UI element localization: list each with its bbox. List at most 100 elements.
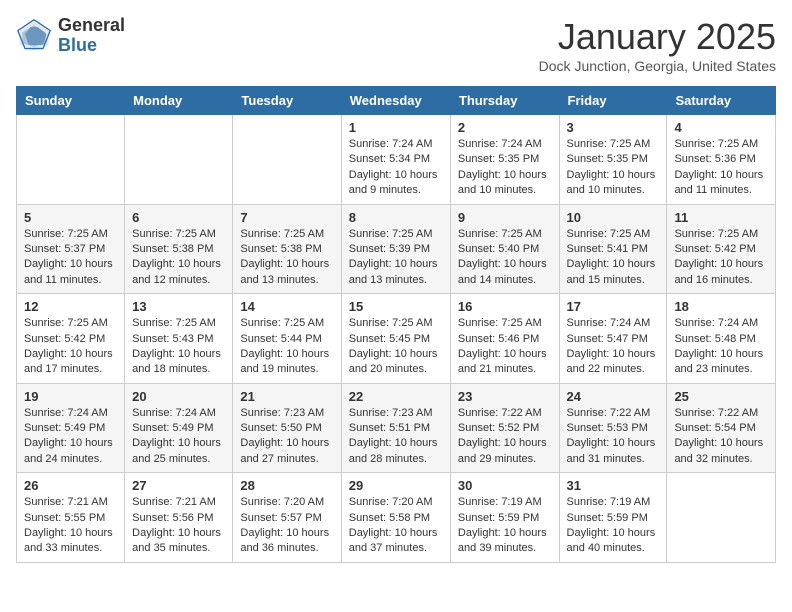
day-info: Sunrise: 7:25 AM Sunset: 5:42 PM Dayligh… [674, 227, 768, 289]
day-info: Sunrise: 7:25 AM Sunset: 5:37 PM Dayligh… [24, 227, 117, 289]
calendar-week-row: 1Sunrise: 7:24 AM Sunset: 5:34 PM Daylig… [17, 115, 776, 205]
day-number: 15 [349, 299, 443, 314]
day-number: 20 [132, 389, 225, 404]
day-number: 17 [567, 299, 660, 314]
calendar-header-row: SundayMondayTuesdayWednesdayThursdayFrid… [17, 87, 776, 115]
day-info: Sunrise: 7:23 AM Sunset: 5:51 PM Dayligh… [349, 406, 443, 468]
day-info: Sunrise: 7:19 AM Sunset: 5:59 PM Dayligh… [458, 495, 552, 557]
month-title: January 2025 [539, 16, 776, 58]
calendar-cell: 12 Sunrise: 7:25 AM Sunset: 5:42 PM Dayli… [17, 294, 125, 384]
day-number: 25 [674, 389, 768, 404]
day-number: 2 [458, 120, 552, 135]
day-number: 13 [132, 299, 225, 314]
calendar-cell: 27 Sunrise: 7:21 AM Sunset: 5:56 PM Dayli… [125, 473, 233, 563]
day-number: 11 [674, 210, 768, 225]
day-number: 16 [458, 299, 552, 314]
logo-icon [16, 18, 52, 54]
day-info: Sunrise: 7:25 AM Sunset: 5:38 PM Dayligh… [132, 227, 225, 289]
calendar-cell: 8Sunrise: 7:25 AM Sunset: 5:39 PM Daylig… [341, 204, 450, 294]
day-header-tuesday: Tuesday [233, 87, 341, 115]
calendar-cell: 10 Sunrise: 7:25 AM Sunset: 5:41 PM Dayli… [559, 204, 667, 294]
calendar-cell: 2Sunrise: 7:24 AM Sunset: 5:35 PM Daylig… [450, 115, 559, 205]
day-number: 24 [567, 389, 660, 404]
day-info: Sunrise: 7:24 AM Sunset: 5:47 PM Dayligh… [567, 316, 660, 378]
calendar-cell: 30 Sunrise: 7:19 AM Sunset: 5:59 PM Dayli… [450, 473, 559, 563]
day-number: 18 [674, 299, 768, 314]
day-number: 31 [567, 478, 660, 493]
calendar-cell: 26 Sunrise: 7:21 AM Sunset: 5:55 PM Dayli… [17, 473, 125, 563]
calendar-cell: 13Sunrise: 7:25 AM Sunset: 5:43 PM Dayli… [125, 294, 233, 384]
day-number: 30 [458, 478, 552, 493]
day-info: Sunrise: 7:24 AM Sunset: 5:48 PM Dayligh… [674, 316, 768, 378]
calendar-cell: 1Sunrise: 7:24 AM Sunset: 5:34 PM Daylig… [341, 115, 450, 205]
day-number: 22 [349, 389, 443, 404]
day-info: Sunrise: 7:25 AM Sunset: 5:45 PM Dayligh… [349, 316, 443, 378]
day-number: 10 [567, 210, 660, 225]
calendar-cell: 4 Sunrise: 7:25 AM Sunset: 5:36 PM Daylig… [667, 115, 776, 205]
calendar-cell: 29 Sunrise: 7:20 AM Sunset: 5:58 PM Dayli… [341, 473, 450, 563]
day-info: Sunrise: 7:22 AM Sunset: 5:53 PM Dayligh… [567, 406, 660, 468]
calendar-cell: 17 Sunrise: 7:24 AM Sunset: 5:47 PM Dayli… [559, 294, 667, 384]
day-number: 12 [24, 299, 117, 314]
day-number: 27 [132, 478, 225, 493]
day-header-friday: Friday [559, 87, 667, 115]
day-number: 21 [240, 389, 333, 404]
calendar-cell: 21 Sunrise: 7:23 AM Sunset: 5:50 PM Dayli… [233, 383, 341, 473]
logo-blue-label: Blue [58, 36, 125, 56]
logo-text: General Blue [58, 16, 125, 56]
day-header-sunday: Sunday [17, 87, 125, 115]
calendar-cell: 15 Sunrise: 7:25 AM Sunset: 5:45 PM Dayli… [341, 294, 450, 384]
day-info: Sunrise: 7:25 AM Sunset: 5:39 PM Dayligh… [349, 227, 443, 289]
day-info: Sunrise: 7:20 AM Sunset: 5:58 PM Dayligh… [349, 495, 443, 557]
day-info: Sunrise: 7:25 AM Sunset: 5:41 PM Dayligh… [567, 227, 660, 289]
day-info: Sunrise: 7:23 AM Sunset: 5:50 PM Dayligh… [240, 406, 333, 468]
calendar-week-row: 12 Sunrise: 7:25 AM Sunset: 5:42 PM Dayli… [17, 294, 776, 384]
day-number: 26 [24, 478, 117, 493]
calendar-cell: 3Sunrise: 7:25 AM Sunset: 5:35 PM Daylig… [559, 115, 667, 205]
calendar-cell: 11 Sunrise: 7:25 AM Sunset: 5:42 PM Dayli… [667, 204, 776, 294]
day-number: 7 [240, 210, 333, 225]
day-header-thursday: Thursday [450, 87, 559, 115]
day-number: 19 [24, 389, 117, 404]
day-info: Sunrise: 7:21 AM Sunset: 5:56 PM Dayligh… [132, 495, 225, 557]
calendar-cell [17, 115, 125, 205]
day-info: Sunrise: 7:25 AM Sunset: 5:46 PM Dayligh… [458, 316, 552, 378]
day-header-wednesday: Wednesday [341, 87, 450, 115]
calendar-cell: 9 Sunrise: 7:25 AM Sunset: 5:40 PM Daylig… [450, 204, 559, 294]
day-info: Sunrise: 7:22 AM Sunset: 5:54 PM Dayligh… [674, 406, 768, 468]
day-header-saturday: Saturday [667, 87, 776, 115]
day-info: Sunrise: 7:25 AM Sunset: 5:42 PM Dayligh… [24, 316, 117, 378]
calendar-cell: 28Sunrise: 7:20 AM Sunset: 5:57 PM Dayli… [233, 473, 341, 563]
calendar-cell: 25 Sunrise: 7:22 AM Sunset: 5:54 PM Dayli… [667, 383, 776, 473]
day-info: Sunrise: 7:25 AM Sunset: 5:40 PM Dayligh… [458, 227, 552, 289]
day-number: 29 [349, 478, 443, 493]
calendar-cell: 16 Sunrise: 7:25 AM Sunset: 5:46 PM Dayli… [450, 294, 559, 384]
calendar-week-row: 5Sunrise: 7:25 AM Sunset: 5:37 PM Daylig… [17, 204, 776, 294]
calendar-cell: 22 Sunrise: 7:23 AM Sunset: 5:51 PM Dayli… [341, 383, 450, 473]
calendar-cell [125, 115, 233, 205]
calendar-week-row: 26 Sunrise: 7:21 AM Sunset: 5:55 PM Dayli… [17, 473, 776, 563]
day-header-monday: Monday [125, 87, 233, 115]
calendar-cell: 31Sunrise: 7:19 AM Sunset: 5:59 PM Dayli… [559, 473, 667, 563]
calendar-cell: 18 Sunrise: 7:24 AM Sunset: 5:48 PM Dayli… [667, 294, 776, 384]
day-number: 9 [458, 210, 552, 225]
calendar-cell: 19Sunrise: 7:24 AM Sunset: 5:49 PM Dayli… [17, 383, 125, 473]
calendar-cell [233, 115, 341, 205]
calendar-cell: 24 Sunrise: 7:22 AM Sunset: 5:53 PM Dayli… [559, 383, 667, 473]
day-info: Sunrise: 7:25 AM Sunset: 5:36 PM Dayligh… [674, 137, 768, 199]
day-info: Sunrise: 7:25 AM Sunset: 5:35 PM Dayligh… [567, 137, 660, 199]
calendar-cell: 23Sunrise: 7:22 AM Sunset: 5:52 PM Dayli… [450, 383, 559, 473]
page-header: General Blue January 2025 Dock Junction,… [16, 16, 776, 74]
day-number: 4 [674, 120, 768, 135]
day-info: Sunrise: 7:25 AM Sunset: 5:44 PM Dayligh… [240, 316, 333, 378]
calendar-cell [667, 473, 776, 563]
location-label: Dock Junction, Georgia, United States [539, 58, 776, 74]
logo: General Blue [16, 16, 125, 56]
title-block: January 2025 Dock Junction, Georgia, Uni… [539, 16, 776, 74]
day-info: Sunrise: 7:24 AM Sunset: 5:49 PM Dayligh… [132, 406, 225, 468]
day-info: Sunrise: 7:24 AM Sunset: 5:34 PM Dayligh… [349, 137, 443, 199]
calendar-cell: 14 Sunrise: 7:25 AM Sunset: 5:44 PM Dayli… [233, 294, 341, 384]
day-number: 14 [240, 299, 333, 314]
calendar-table: SundayMondayTuesdayWednesdayThursdayFrid… [16, 86, 776, 563]
day-info: Sunrise: 7:21 AM Sunset: 5:55 PM Dayligh… [24, 495, 117, 557]
